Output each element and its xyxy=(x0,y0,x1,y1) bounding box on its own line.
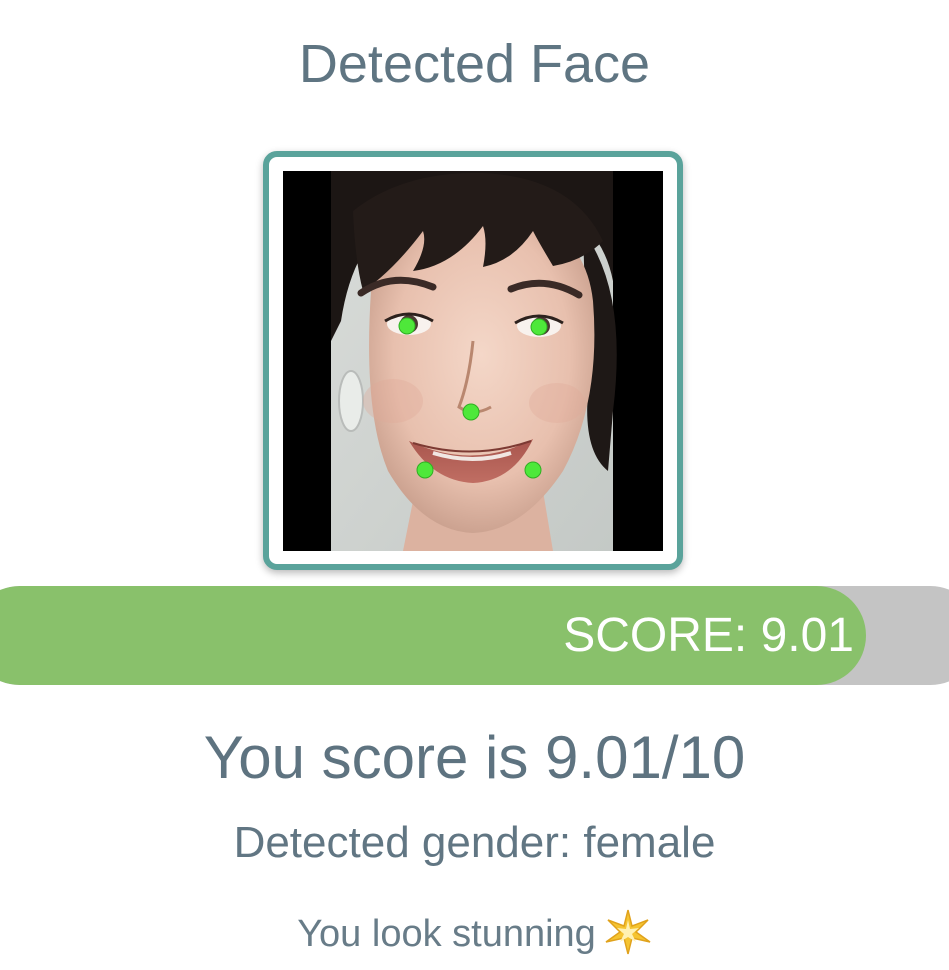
score-progress-bar: SCORE: 9.01 xyxy=(0,586,949,685)
landmark-dot xyxy=(398,317,416,335)
detected-face-frame xyxy=(263,151,683,570)
compliment-text: You look stunning xyxy=(297,913,596,955)
face-photo-icon xyxy=(283,171,663,551)
score-progress-fill: SCORE: 9.01 xyxy=(0,586,866,685)
page-title: Detected Face xyxy=(298,34,651,94)
compliment-row: You look stunning xyxy=(0,908,949,959)
sparkles-icon xyxy=(604,908,652,956)
landmark-dot xyxy=(416,461,434,479)
landmark-dot xyxy=(462,403,480,421)
face-photo xyxy=(283,171,663,551)
score-label: SCORE: 9.01 xyxy=(563,609,854,662)
score-result-text: You score is 9.01/10 xyxy=(203,724,746,791)
landmark-dot xyxy=(530,318,548,336)
detected-gender-text: Detected gender: female xyxy=(233,818,716,867)
landmark-dot xyxy=(524,461,542,479)
